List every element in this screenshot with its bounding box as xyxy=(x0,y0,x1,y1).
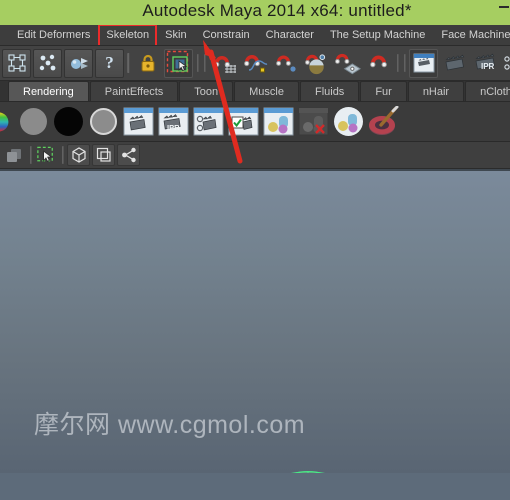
snap-to-curve-icon[interactable] xyxy=(240,49,269,78)
polygon-cylinder-model[interactable] xyxy=(268,461,334,473)
status-line-toolbar: ? IPR xyxy=(0,46,510,81)
minimize-icon[interactable] xyxy=(499,6,509,8)
watermark-chinese-text: 摩尔网 xyxy=(34,410,111,439)
toolbar-separator xyxy=(194,52,201,74)
toolbar-separator xyxy=(125,52,132,74)
shelf-tab-bar: Rendering PaintEffects Toon Muscle Fluid… xyxy=(0,81,510,102)
duplicate-face-icon[interactable] xyxy=(92,144,115,166)
snap-to-point-icon[interactable] xyxy=(271,49,300,78)
shelf-tab-painteffects[interactable]: PaintEffects xyxy=(89,81,179,101)
menu-item-face-machine[interactable]: Face Machine xyxy=(433,25,510,45)
watermark-url-text: www.cgmol.com xyxy=(117,411,306,439)
menu-item-character[interactable]: Character xyxy=(258,25,322,45)
color-wheel-icon[interactable] xyxy=(0,105,15,138)
svg-text:IPR: IPR xyxy=(481,62,495,71)
menu-item-skin[interactable]: Skin xyxy=(157,25,194,45)
shelf-tab-ncloth[interactable]: nCloth xyxy=(465,81,510,101)
title-bar: Autodesk Maya 2014 x64: untitled* xyxy=(0,0,510,25)
disable-hardware-render-icon[interactable] xyxy=(297,105,330,138)
menu-bar: Edit Deformers Skeleton Skin Constrain C… xyxy=(0,25,510,46)
shelf-tab-toon[interactable]: Toon xyxy=(179,81,234,101)
snap-to-grid-icon[interactable] xyxy=(209,49,238,78)
hypershade-sphere-icon[interactable] xyxy=(332,105,365,138)
select-by-object-icon[interactable] xyxy=(33,48,62,78)
lock-icon[interactable] xyxy=(133,49,162,78)
snap-to-projected-center-icon[interactable] xyxy=(333,49,362,78)
menu-item-constrain[interactable]: Constrain xyxy=(195,25,258,45)
render-region-icon[interactable] xyxy=(192,105,225,138)
shelf-tab-fluids[interactable]: Fluids xyxy=(299,81,360,101)
render-current-frame-icon[interactable] xyxy=(122,105,155,138)
wireframe-cube-icon[interactable] xyxy=(67,144,90,166)
site-watermark: 摩尔网 www.cgmol.com xyxy=(34,405,305,441)
menu-item-the-setup-machine[interactable]: The Setup Machine xyxy=(322,25,433,45)
help-question-label: ? xyxy=(105,53,114,72)
3d-paint-tool-icon[interactable] xyxy=(367,105,400,138)
shelf-tab-muscle[interactable]: Muscle xyxy=(234,81,299,101)
render-current-frame-icon[interactable] xyxy=(409,48,438,78)
toolbar-separator xyxy=(394,52,401,74)
gray-sphere-icon[interactable] xyxy=(17,105,50,138)
render-settings-check-icon[interactable] xyxy=(227,105,260,138)
select-by-hierarchy-icon[interactable] xyxy=(64,48,93,78)
svg-text:IPR: IPR xyxy=(167,123,180,132)
ipr-render-region-icon[interactable]: IPR xyxy=(471,49,500,78)
shelf-tab-nhair[interactable]: nHair xyxy=(407,81,465,101)
ipr-render-icon[interactable] xyxy=(440,49,469,78)
shelf-tab-rendering[interactable]: Rendering xyxy=(8,81,89,101)
help-question-icon[interactable]: ? xyxy=(95,48,124,78)
shelf-tab-fur[interactable]: Fur xyxy=(360,81,407,101)
share-nodes-icon[interactable] xyxy=(117,144,140,166)
magnet-plain-icon[interactable] xyxy=(364,49,393,78)
toolbar-separator xyxy=(401,52,408,74)
snap-to-view-plane-icon[interactable] xyxy=(302,49,331,78)
outlined-sphere-icon[interactable] xyxy=(87,105,120,138)
hardware-render-buffer-icon[interactable] xyxy=(262,105,295,138)
toolbar-separator xyxy=(27,144,34,166)
shelf-content: IPR xyxy=(0,102,510,142)
render-settings-icon[interactable] xyxy=(502,49,510,78)
toolbar-separator xyxy=(59,144,66,166)
viewport-persp[interactable]: 摩尔网 www.cgmol.com xyxy=(0,169,510,473)
menu-item-skeleton[interactable]: Skeleton xyxy=(98,25,157,45)
shaded-objects-icon[interactable] xyxy=(3,144,26,166)
menu-item-edit-deformers[interactable]: Edit Deformers xyxy=(9,25,98,45)
tool-settings-toolbar xyxy=(0,142,510,169)
black-sphere-icon[interactable] xyxy=(52,105,85,138)
marquee-select-icon[interactable] xyxy=(35,144,58,166)
maya-window: Autodesk Maya 2014 x64: untitled* Edit D… xyxy=(0,0,510,500)
ipr-render-icon[interactable]: IPR xyxy=(157,105,190,138)
snap-region-icon[interactable] xyxy=(164,48,193,78)
toolbar-separator xyxy=(201,52,208,74)
window-title: Autodesk Maya 2014 x64: untitled* xyxy=(142,1,412,20)
select-by-component-icon[interactable] xyxy=(2,48,31,78)
